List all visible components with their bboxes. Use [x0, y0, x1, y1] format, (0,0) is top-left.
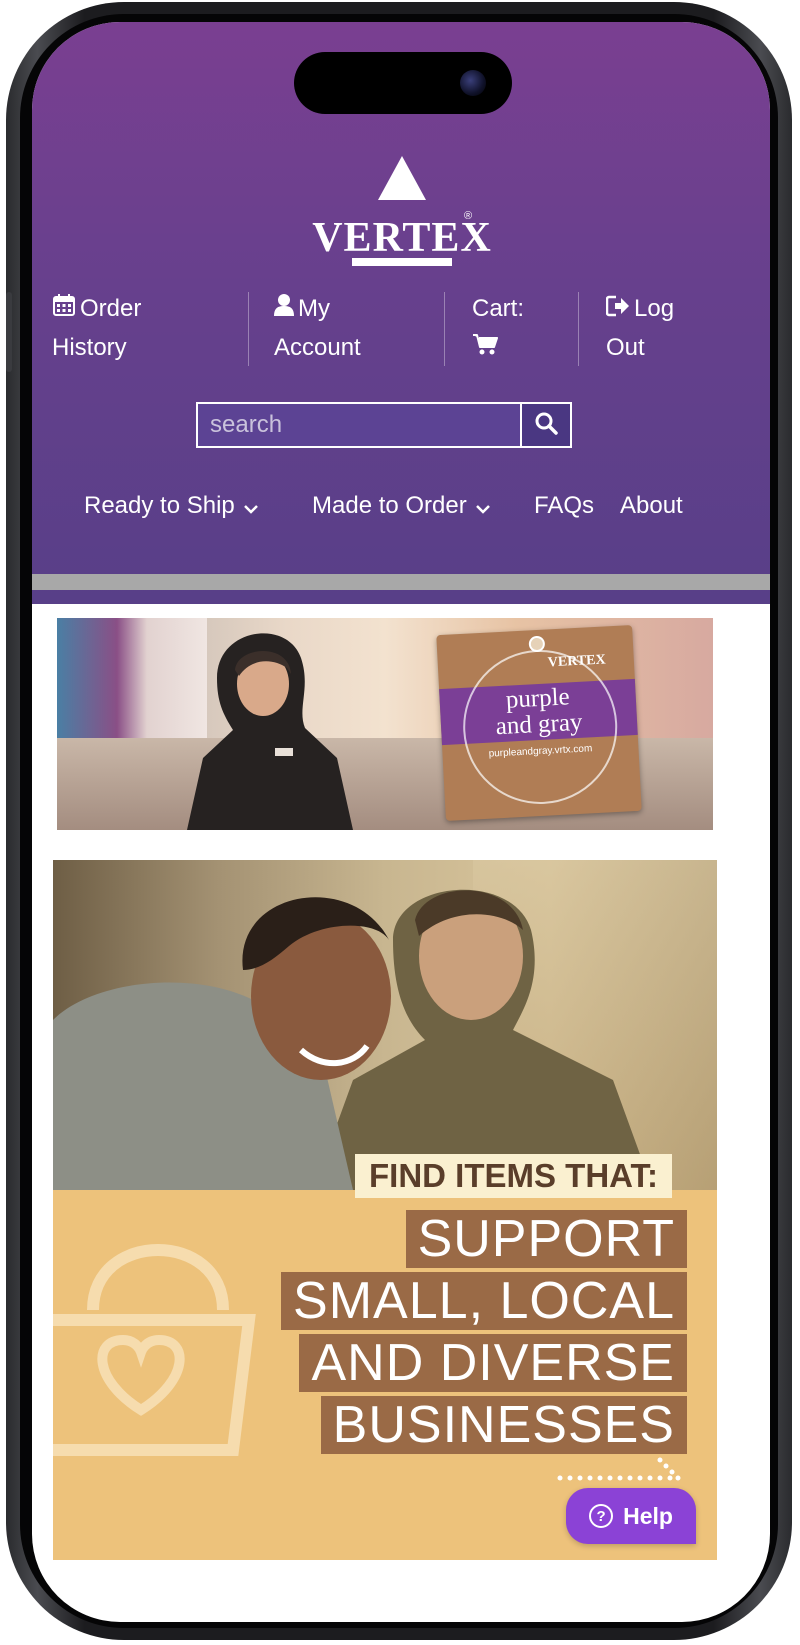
side-button	[6, 292, 12, 372]
question-icon: ?	[589, 1504, 614, 1528]
dotted-arrow-icon	[557, 1457, 681, 1481]
banner-headline-line1: SUPPORT	[405, 1210, 687, 1268]
nav-faqs[interactable]: FAQs	[534, 484, 594, 528]
person-hoodie-image	[187, 633, 353, 830]
my-account-label-2: Account	[274, 333, 361, 361]
search-button[interactable]	[520, 404, 570, 446]
logout-icon	[605, 291, 630, 329]
order-history-label-2: History	[52, 333, 127, 361]
logo-registered-mark: ®	[464, 210, 473, 222]
banner-kicker: FIND ITEMS THAT:	[355, 1154, 673, 1198]
account-links: Order History My Account Cart: Log Out	[32, 290, 770, 386]
order-history-label-1: Order	[80, 295, 142, 322]
site-header: VERTEX ® Order History My Account Cart: …	[32, 22, 770, 604]
nav-label: FAQs	[534, 492, 595, 519]
tag-title: purple and gray	[465, 682, 612, 741]
banner-headline-line2: SMALL, LOCAL	[281, 1272, 687, 1330]
user-icon	[274, 291, 294, 329]
nav-made-to-order[interactable]: Made to Order	[312, 484, 491, 529]
search-icon	[534, 411, 558, 440]
my-account-label-1: My	[298, 295, 330, 322]
cart-icon	[472, 329, 498, 367]
logout-label-2: Out	[606, 333, 645, 361]
banner-headline-line4: BUSINESSES	[320, 1396, 687, 1454]
header-divider-bar	[32, 574, 770, 590]
logout-label-1: Log	[634, 295, 675, 322]
calendar-icon	[52, 291, 76, 329]
help-label: Help	[623, 1502, 673, 1529]
nav-label: About	[620, 492, 683, 519]
vertex-logo[interactable]: VERTEX ®	[302, 152, 502, 272]
shopping-bag-heart-icon	[53, 1244, 256, 1456]
chevron-down-icon	[475, 485, 491, 529]
order-history-link[interactable]: Order History	[52, 290, 141, 386]
chevron-down-icon	[243, 485, 259, 529]
search-box	[196, 402, 572, 448]
nav-label: Ready to Ship	[84, 492, 235, 519]
divider	[444, 292, 445, 366]
nav-label: Made to Order	[312, 492, 467, 519]
help-button[interactable]: ? Help	[566, 1488, 696, 1544]
my-account-link[interactable]: My Account	[274, 290, 361, 386]
divider	[578, 292, 579, 366]
dynamic-island	[294, 52, 512, 114]
logo-triangle-icon	[378, 156, 426, 200]
divider	[248, 292, 249, 366]
nav-ready-to-ship[interactable]: Ready to Ship	[84, 484, 259, 529]
main-nav: Ready to Ship Made to Order FAQs About	[32, 484, 770, 528]
two-people-image	[53, 889, 653, 1190]
purple-and-gray-tag: VERTEX purple and gray purpleandgray.vrt…	[436, 624, 642, 822]
camera-icon	[460, 70, 486, 96]
logout-link[interactable]: Log Out	[605, 290, 675, 386]
nav-about[interactable]: About	[620, 484, 683, 528]
purple-and-gray-banner[interactable]: VERTEX purple and gray purpleandgray.vrt…	[57, 618, 713, 830]
screen: VERTEX ® Order History My Account Cart: …	[32, 22, 770, 1622]
cart-link[interactable]: Cart:	[472, 290, 524, 386]
banner-headline-line3: AND DIVERSE	[299, 1334, 687, 1392]
search-input[interactable]	[198, 404, 520, 446]
cart-label: Cart:	[472, 295, 525, 322]
logo-base-bar	[352, 258, 452, 266]
